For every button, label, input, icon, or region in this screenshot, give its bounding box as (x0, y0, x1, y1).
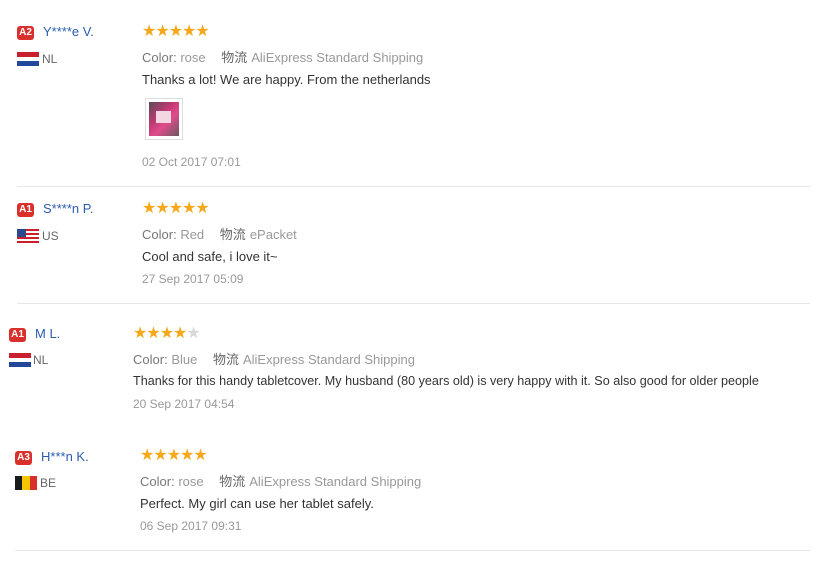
be-flag-icon (15, 476, 37, 490)
nl-flag-icon (17, 52, 39, 66)
review-date: 06 Sep 2017 09:31 (140, 519, 242, 533)
color-value: rose (180, 50, 206, 65)
buyer-level-badge: A1 (17, 203, 34, 217)
color-label: Color: (142, 227, 177, 242)
order-info: Color: Blue 物流 AliExpress Standard Shippi… (133, 349, 415, 368)
shipping-label: 物流 (219, 227, 246, 242)
review-text: Thanks for this handy tabletcover. My hu… (133, 374, 759, 388)
rating-stars: ★★★★★ (133, 325, 201, 342)
review-date: 27 Sep 2017 05:09 (142, 272, 244, 286)
buyer-level-badge: A3 (15, 451, 32, 465)
star-icon: ★★★★★ (142, 200, 210, 217)
nl-flag-icon (9, 353, 31, 367)
shipping-label: 物流 (219, 474, 246, 489)
buyer-country: NL (33, 353, 49, 367)
rating-stars: ★★★★★ (142, 23, 210, 40)
star-icon: ★★★★★ (140, 447, 208, 464)
buyer-name[interactable]: Y****e V. (43, 24, 94, 39)
shipping-value: AliExpress Standard Shipping (251, 50, 424, 65)
star-empty-icon: ★ (186, 325, 200, 342)
review-text: Cool and safe, i love it~ (142, 249, 278, 264)
buyer-country: US (42, 229, 59, 243)
star-icon: ★★★★ (133, 325, 187, 342)
buyer-level-badge: A1 (9, 328, 26, 342)
review-text: Perfect. My girl can use her tablet safe… (140, 496, 374, 511)
divider (17, 303, 810, 304)
shipping-label: 物流 (221, 50, 248, 65)
buyer-name[interactable]: H***n K. (41, 449, 89, 464)
divider (15, 550, 810, 551)
color-value: Blue (171, 352, 198, 367)
color-value: rose (178, 474, 204, 489)
us-flag-icon (17, 229, 39, 243)
color-label: Color: (133, 352, 168, 367)
review-date: 20 Sep 2017 04:54 (133, 397, 235, 411)
shipping-value: AliExpress Standard Shipping (242, 352, 415, 367)
shipping-label: 物流 (212, 352, 239, 367)
shipping-value: AliExpress Standard Shipping (249, 474, 422, 489)
review-photo-thumbnail[interactable] (145, 98, 183, 140)
rating-stars: ★★★★★ (140, 447, 208, 464)
star-icon: ★★★★★ (142, 23, 210, 40)
rating-stars: ★★★★★ (142, 200, 210, 217)
review-date: 02 Oct 2017 07:01 (142, 155, 241, 169)
shipping-value: ePacket (249, 227, 297, 242)
color-label: Color: (140, 474, 175, 489)
buyer-country: NL (42, 52, 58, 66)
order-info: Color: rose 物流 AliExpress Standard Shippi… (140, 471, 421, 490)
buyer-name[interactable]: S****n P. (43, 201, 93, 216)
color-value: Red (180, 227, 205, 242)
buyer-country: BE (40, 476, 57, 490)
divider (17, 186, 810, 187)
order-info: Color: Red 物流 ePacket (142, 224, 297, 243)
color-label: Color: (142, 50, 177, 65)
review-text: Thanks a lot! We are happy. From the net… (142, 72, 431, 87)
buyer-name[interactable]: M L. (35, 326, 60, 341)
buyer-level-badge: A2 (17, 26, 34, 40)
review-photo (149, 102, 179, 136)
order-info: Color: rose 物流 AliExpress Standard Shippi… (142, 47, 423, 66)
